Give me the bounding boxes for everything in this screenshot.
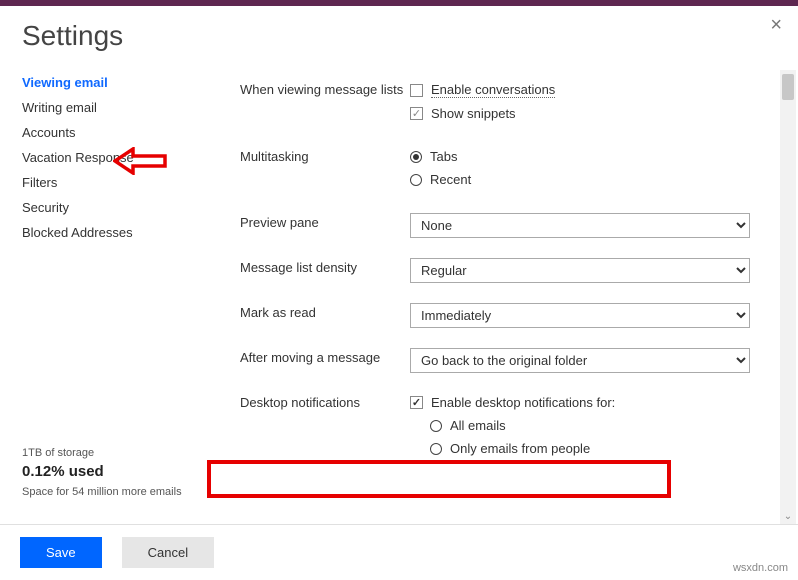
radio-tabs[interactable] bbox=[410, 151, 422, 163]
sidebar-item-viewing-email[interactable]: Viewing email bbox=[22, 70, 200, 95]
label-show-snippets: Show snippets bbox=[431, 106, 516, 121]
scrollbar-down-icon[interactable]: ⌄ bbox=[780, 511, 796, 522]
checkbox-enable-desktop-notifications[interactable] bbox=[410, 396, 423, 409]
radio-recent[interactable] bbox=[410, 174, 422, 186]
scrollbar-thumb[interactable] bbox=[782, 74, 794, 100]
watermark: wsxdn.com bbox=[733, 562, 788, 574]
scrollbar[interactable]: ⌄ bbox=[780, 70, 796, 524]
label-preview-pane: Preview pane bbox=[240, 213, 410, 230]
settings-panel: When viewing message lists Enable conver… bbox=[200, 70, 798, 524]
sidebar-item-writing-email[interactable]: Writing email bbox=[22, 95, 200, 120]
select-preview-pane[interactable]: None bbox=[410, 213, 750, 238]
sidebar: Viewing email Writing email Accounts Vac… bbox=[0, 70, 200, 524]
label-only-people: Only emails from people bbox=[450, 441, 590, 456]
checkbox-show-snippets[interactable] bbox=[410, 107, 423, 120]
storage-used: 0.12% used bbox=[22, 461, 200, 484]
label-recent: Recent bbox=[430, 172, 471, 187]
select-density[interactable]: Regular bbox=[410, 258, 750, 283]
sidebar-item-filters[interactable]: Filters bbox=[22, 170, 200, 195]
label-all-emails: All emails bbox=[450, 418, 506, 433]
page-title: Settings bbox=[0, 6, 798, 70]
storage-info: 1TB of storage 0.12% used Space for 54 m… bbox=[22, 445, 200, 525]
storage-hint: Space for 54 million more emails bbox=[22, 484, 200, 501]
cancel-button[interactable]: Cancel bbox=[122, 537, 214, 568]
label-enable-desktop-notifications: Enable desktop notifications for: bbox=[431, 395, 615, 410]
sidebar-item-accounts[interactable]: Accounts bbox=[22, 120, 200, 145]
radio-only-people[interactable] bbox=[430, 443, 442, 455]
checkbox-enable-conversations[interactable] bbox=[410, 84, 423, 97]
radio-all-emails[interactable] bbox=[430, 420, 442, 432]
label-multitasking: Multitasking bbox=[240, 147, 410, 164]
sidebar-item-security[interactable]: Security bbox=[22, 195, 200, 220]
sidebar-item-blocked-addresses[interactable]: Blocked Addresses bbox=[22, 220, 200, 245]
select-after-move[interactable]: Go back to the original folder bbox=[410, 348, 750, 373]
label-after-move: After moving a message bbox=[240, 348, 410, 365]
close-icon[interactable]: × bbox=[770, 14, 782, 37]
label-tabs: Tabs bbox=[430, 149, 457, 164]
label-desktop-notifications: Desktop notifications bbox=[240, 393, 410, 410]
sidebar-item-vacation-response[interactable]: Vacation Response bbox=[22, 145, 200, 170]
label-viewing-lists: When viewing message lists bbox=[240, 80, 410, 97]
label-enable-conversations: Enable conversations bbox=[431, 82, 555, 98]
footer: Save Cancel bbox=[0, 524, 798, 580]
storage-total: 1TB of storage bbox=[22, 445, 200, 462]
save-button[interactable]: Save bbox=[20, 537, 102, 568]
label-density: Message list density bbox=[240, 258, 410, 275]
label-mark-read: Mark as read bbox=[240, 303, 410, 320]
select-mark-read[interactable]: Immediately bbox=[410, 303, 750, 328]
